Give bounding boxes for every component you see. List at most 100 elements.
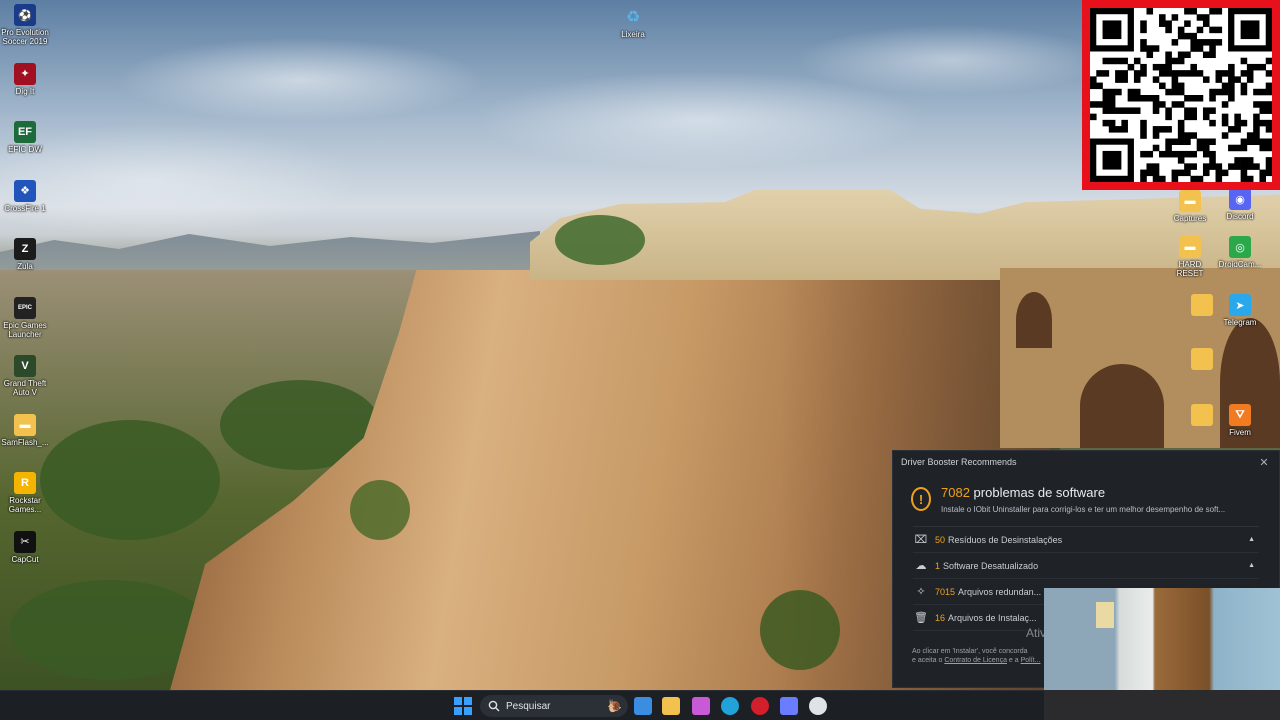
qr-module: [1121, 57, 1128, 65]
qr-module: [1152, 45, 1160, 52]
expand-caret-icon[interactable]: ▲: [1248, 562, 1255, 569]
qr-module: [1228, 63, 1235, 71]
qr-module: [1196, 138, 1204, 146]
bridge-arch: [1016, 292, 1052, 348]
qr-module: [1240, 82, 1248, 90]
qr-module: [1140, 175, 1147, 182]
qr-module: [1209, 95, 1216, 102]
taskbar-explorer-icon[interactable]: [662, 697, 680, 715]
qr-module: [1152, 175, 1160, 182]
qr-module: [1140, 95, 1147, 102]
taskbar-store-icon[interactable]: [634, 697, 652, 715]
qr-module: [1202, 51, 1210, 59]
qr-module: [1234, 119, 1241, 127]
folder-icon[interactable]: [1177, 404, 1227, 426]
qr-module: [1265, 57, 1272, 65]
qr-module: [1190, 163, 1197, 170]
desktop-icon[interactable]: ✦ Dig It: [0, 62, 50, 96]
qr-module: [1140, 150, 1147, 158]
qr-module: [1152, 101, 1160, 108]
qr-module: [1152, 95, 1160, 102]
desktop-icon-recycle-bin[interactable]: ♻ Lixeira: [608, 6, 658, 39]
desktop-icon[interactable]: V Grand Theft Auto V: [0, 355, 50, 397]
qr-module: [1184, 70, 1191, 77]
desktop-icon[interactable]: EF EFIC DW: [0, 121, 50, 154]
qr-module: [1184, 169, 1191, 177]
desktop-icon[interactable]: ▬ SamFlash_...: [0, 413, 50, 447]
qr-module: [1096, 70, 1103, 77]
warning-icon: !: [911, 487, 931, 511]
app-icon: ▬: [14, 413, 36, 436]
qr-module: [1265, 126, 1272, 133]
qr-module: [1159, 20, 1166, 27]
qr-module: [1102, 57, 1110, 65]
qr-module: [1190, 113, 1197, 121]
qr-module: [1165, 70, 1172, 77]
taskbar-vpn-icon[interactable]: [780, 697, 798, 715]
qr-module: [1265, 119, 1272, 127]
qr-module: [1215, 88, 1223, 96]
desktop-icon[interactable]: Z Zula: [0, 238, 50, 271]
qr-module: [1121, 126, 1128, 133]
desktop-icon-label: Telegram: [1223, 318, 1257, 327]
folder-icon[interactable]: [1177, 348, 1227, 370]
desktop-icon[interactable]: ❖ CrossFire 1: [0, 179, 50, 213]
folder-icon-graphic: [1191, 294, 1213, 316]
qr-module: [1159, 82, 1166, 90]
qr-module: [1177, 150, 1185, 158]
desktop-icon[interactable]: ✂ CapCut: [0, 530, 50, 564]
desktop-icon[interactable]: EPIC Epic Games Launcher: [0, 296, 50, 339]
qr-code-image: [1090, 8, 1272, 182]
qr-module: [1246, 157, 1254, 164]
license-agreement-link[interactable]: Contrato de Licença: [944, 657, 1007, 664]
qr-module: [1102, 119, 1110, 127]
issue-row[interactable]: ☁ 1 Software Desatualizado ▲: [913, 553, 1259, 579]
qr-module: [1127, 63, 1135, 71]
qr-module: [1246, 163, 1254, 170]
qr-module: [1152, 169, 1160, 177]
qr-module: [1196, 14, 1204, 21]
qr-module: [1259, 138, 1267, 146]
windows-start-icon[interactable]: [454, 697, 472, 715]
desktop-icon[interactable]: ◉ Discord: [1215, 188, 1265, 221]
desktop-icon[interactable]: ▬ HARD RESET: [1165, 236, 1215, 278]
privacy-policy-link[interactable]: Polít...: [1021, 657, 1041, 664]
desktop-icon-label: Rockstar Games...: [8, 496, 42, 514]
qr-module: [1115, 57, 1122, 65]
qr-module: [1196, 175, 1204, 182]
qr-module: [1171, 14, 1179, 21]
desktop-icon[interactable]: ▬ Captures: [1165, 190, 1215, 223]
qr-module: [1202, 169, 1210, 177]
qr-module: [1209, 39, 1216, 46]
qr-module: [1265, 157, 1272, 164]
folder-icon-graphic: [1191, 404, 1213, 426]
taskbar-search-box[interactable]: Pesquisar 🐌: [480, 695, 628, 717]
qr-module: [1265, 70, 1272, 77]
qr-module: [1221, 82, 1229, 90]
qr-module: [1234, 144, 1241, 152]
qr-module: [1165, 57, 1172, 65]
qr-module: [1240, 144, 1248, 152]
qr-module: [1184, 113, 1191, 121]
issue-row[interactable]: ⌧ 50 Resíduos de Desinstalações ▲: [913, 527, 1259, 553]
taskbar-steam-like-icon[interactable]: [809, 697, 827, 715]
close-icon[interactable]: ✕: [1257, 455, 1271, 469]
app-icon: EPIC: [14, 296, 36, 319]
qr-module: [1127, 88, 1135, 96]
qr-module: [1265, 144, 1272, 152]
taskbar-copilot-icon[interactable]: [692, 697, 710, 715]
qr-module: [1159, 63, 1166, 71]
search-placeholder: Pesquisar: [506, 700, 551, 712]
desktop-icon[interactable]: ◎ DroidCam...: [1215, 236, 1265, 269]
qr-module: [1165, 51, 1172, 59]
qr-module: [1240, 57, 1248, 65]
taskbar-recorder-icon[interactable]: [751, 697, 769, 715]
expand-caret-icon[interactable]: ▲: [1248, 536, 1255, 543]
qr-module: [1228, 95, 1235, 102]
folder-icon[interactable]: [1177, 294, 1227, 316]
qr-module: [1190, 150, 1197, 158]
desktop-icon[interactable]: ⚽ Pro Evolution Soccer 2019: [0, 4, 50, 46]
qr-module: [1184, 150, 1191, 158]
desktop-icon[interactable]: R Rockstar Games...: [0, 472, 50, 514]
taskbar-edge-icon[interactable]: [721, 697, 739, 715]
